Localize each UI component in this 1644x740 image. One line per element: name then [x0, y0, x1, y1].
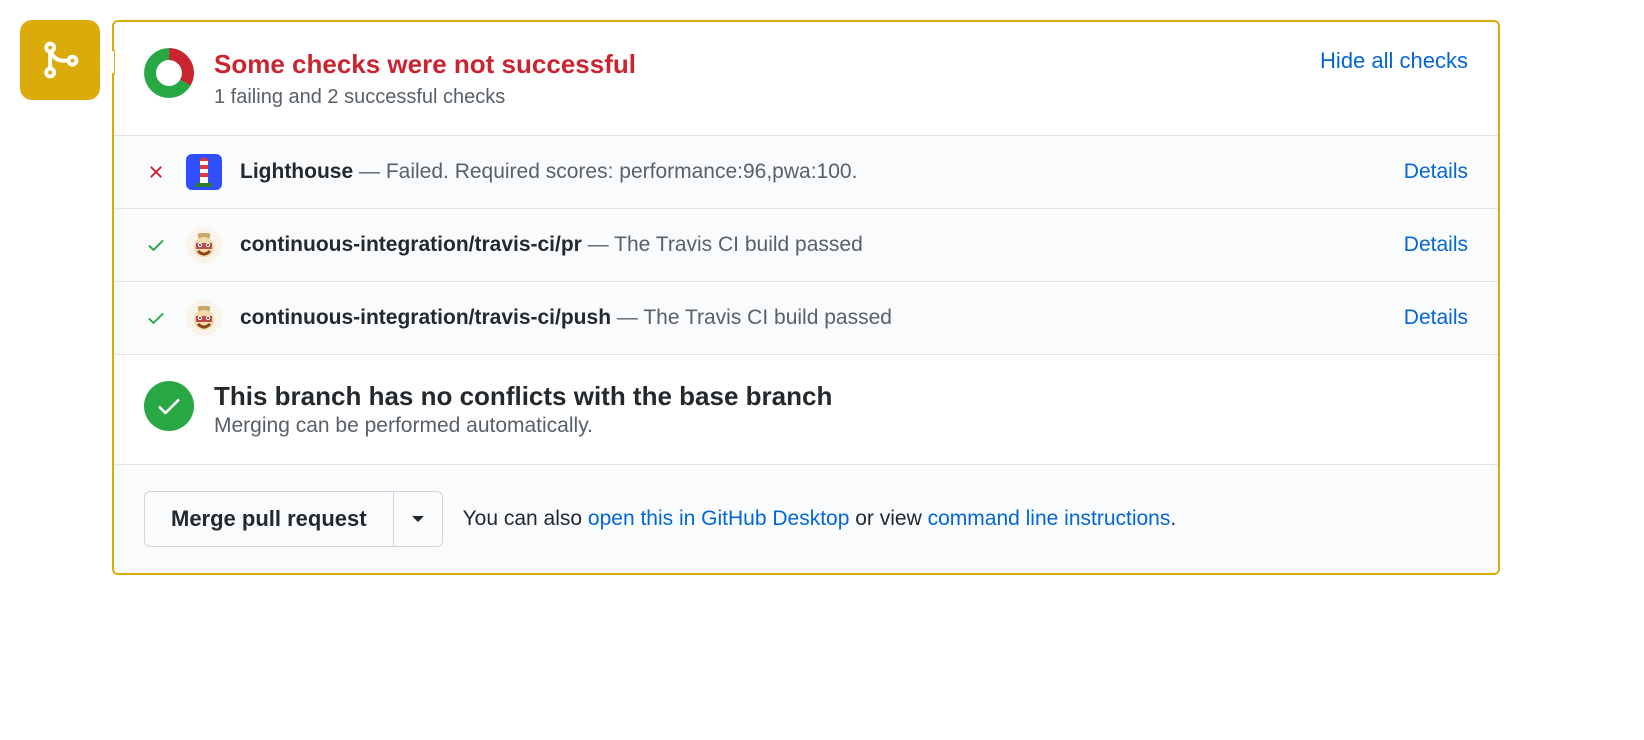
check-status-fail	[144, 162, 168, 182]
checks-title: Some checks were not successful	[214, 48, 1300, 82]
conflict-section: This branch has no conflicts with the ba…	[114, 354, 1498, 464]
check-text: Lighthouse — Failed. Required scores: pe…	[240, 160, 1386, 184]
checks-subtitle: 1 failing and 2 successful checks	[214, 86, 1300, 109]
merge-info-text: You can also open this in GitHub Desktop…	[463, 507, 1177, 531]
success-circle-icon	[144, 381, 194, 431]
travis-avatar-icon	[186, 227, 222, 263]
check-text: continuous-integration/travis-ci/push — …	[240, 306, 1386, 330]
merge-status-box: Some checks were not successful 1 failin…	[112, 20, 1500, 575]
check-name: continuous-integration/travis-ci/push	[240, 306, 611, 329]
check-details-link[interactable]: Details	[1404, 233, 1468, 257]
merge-info-middle: or view	[849, 507, 927, 530]
travis-avatar-icon	[186, 300, 222, 336]
check-details-link[interactable]: Details	[1404, 306, 1468, 330]
conflict-title: This branch has no conflicts with the ba…	[214, 381, 832, 412]
check-row: Lighthouse — Failed. Required scores: pe…	[114, 135, 1498, 208]
git-merge-icon	[39, 39, 81, 81]
check-status-pass	[144, 235, 168, 255]
merge-action-section: Merge pull request You can also open thi…	[114, 464, 1498, 573]
checks-header-text: Some checks were not successful 1 failin…	[214, 48, 1300, 109]
merge-info-suffix: .	[1170, 507, 1176, 530]
checks-header: Some checks were not successful 1 failin…	[114, 22, 1498, 135]
lighthouse-avatar-icon	[186, 154, 222, 190]
check-message: — Failed. Required scores: performance:9…	[353, 160, 857, 183]
caret-down-icon	[412, 515, 424, 523]
x-icon	[146, 162, 166, 182]
check-row: continuous-integration/travis-ci/pr — Th…	[114, 208, 1498, 281]
check-message: — The Travis CI build passed	[582, 233, 863, 256]
check-status-pass	[144, 308, 168, 328]
check-text: continuous-integration/travis-ci/pr — Th…	[240, 233, 1386, 257]
hide-all-checks-link[interactable]: Hide all checks	[1320, 48, 1468, 74]
check-icon	[155, 392, 183, 420]
check-message: — The Travis CI build passed	[611, 306, 892, 329]
open-desktop-link[interactable]: open this in GitHub Desktop	[588, 507, 849, 530]
check-details-link[interactable]: Details	[1404, 160, 1468, 184]
cli-instructions-link[interactable]: command line instructions	[928, 507, 1171, 530]
merge-status-container: Some checks were not successful 1 failin…	[20, 20, 1500, 575]
merge-button-group: Merge pull request	[144, 491, 443, 547]
merge-info-prefix: You can also	[463, 507, 588, 530]
check-name: Lighthouse	[240, 160, 353, 183]
conflict-text: This branch has no conflicts with the ba…	[214, 381, 832, 438]
check-icon	[146, 308, 166, 328]
merge-pull-request-button[interactable]: Merge pull request	[144, 491, 394, 547]
check-row: continuous-integration/travis-ci/push — …	[114, 281, 1498, 354]
check-icon	[146, 235, 166, 255]
timeline-merge-badge	[20, 20, 100, 100]
merge-dropdown-button[interactable]	[394, 491, 443, 547]
conflict-subtitle: Merging can be performed automatically.	[214, 414, 832, 438]
check-name: continuous-integration/travis-ci/pr	[240, 233, 582, 256]
status-donut-icon	[144, 48, 194, 98]
